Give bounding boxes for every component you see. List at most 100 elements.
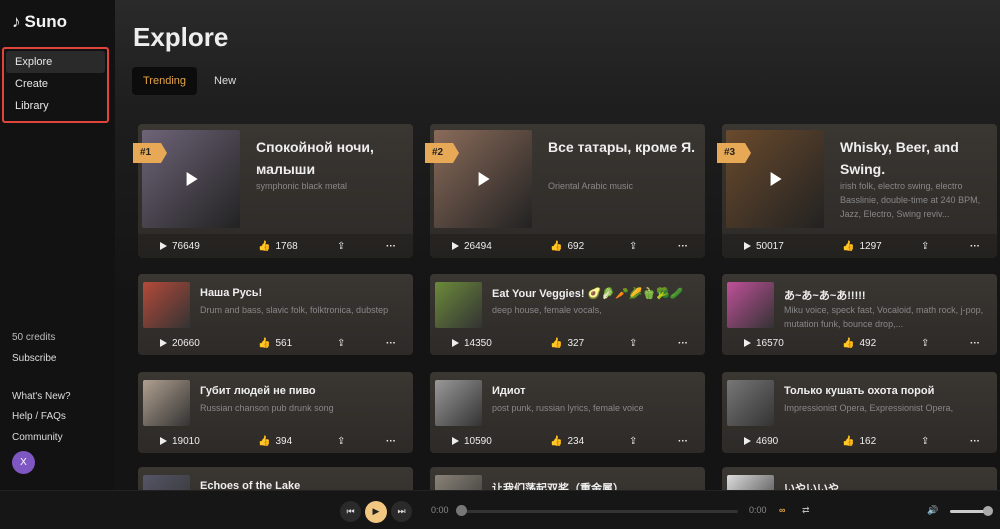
card-stats: 16570 👍 492 ⇪ ··· xyxy=(722,335,997,351)
progress-track[interactable] xyxy=(462,510,738,513)
cover-art[interactable] xyxy=(143,282,190,328)
song-title[interactable]: Наша Русь! xyxy=(200,287,405,299)
like-count[interactable]: 👍 394 xyxy=(258,436,292,447)
song-tags: symphonic black metal xyxy=(256,181,348,191)
rank-badge: #3 xyxy=(717,143,751,163)
like-count[interactable]: 👍 561 xyxy=(258,338,292,349)
play-count[interactable]: 10590 xyxy=(452,436,492,447)
song-card[interactable]: Губит людей не пиво Russian chanson pub … xyxy=(138,372,413,453)
play-count[interactable]: 16570 xyxy=(744,338,784,349)
share-button[interactable]: ⇪ xyxy=(337,338,345,349)
cover-art[interactable] xyxy=(143,475,190,490)
cover-art[interactable] xyxy=(435,475,482,490)
featured-song-card[interactable]: #2 Все татары, кроме Я. Oriental Arabic … xyxy=(425,124,705,258)
song-card[interactable]: Только кушать охота порой Impressionist … xyxy=(722,372,997,453)
play-count[interactable]: 14350 xyxy=(452,338,492,349)
more-options-button[interactable]: ··· xyxy=(678,338,688,349)
tab-trending[interactable]: Trending xyxy=(132,67,198,95)
subscribe-link[interactable]: Subscribe xyxy=(12,353,56,364)
more-options-button[interactable]: ··· xyxy=(386,436,396,447)
more-options-button[interactable]: ··· xyxy=(970,241,980,252)
more-options-button[interactable]: ··· xyxy=(970,436,980,447)
play-count[interactable]: 50017 xyxy=(744,241,784,252)
song-title[interactable]: あ~あ~あ~あ!!!!! xyxy=(784,287,989,303)
cover-art[interactable] xyxy=(727,475,774,490)
share-button[interactable]: ⇪ xyxy=(629,338,637,349)
play-overlay-icon[interactable] xyxy=(478,172,490,186)
more-options-button[interactable]: ··· xyxy=(386,241,396,252)
play-count[interactable]: 20660 xyxy=(160,338,200,349)
like-count[interactable]: 👍 327 xyxy=(550,338,584,349)
volume-handle[interactable] xyxy=(983,506,993,516)
song-title[interactable]: Идиот xyxy=(492,385,697,397)
rank-badge: #1 xyxy=(133,143,167,163)
song-card[interactable]: Echoes of the Lake xyxy=(138,467,413,490)
more-options-button[interactable]: ··· xyxy=(970,338,980,349)
like-count[interactable]: 👍 1768 xyxy=(258,241,298,252)
play-icon xyxy=(744,242,751,250)
avatar[interactable]: X xyxy=(12,451,35,474)
cover-art[interactable] xyxy=(435,282,482,328)
nav-create[interactable]: Create xyxy=(6,73,105,95)
song-title[interactable]: Whisky, Beer, and Swing. xyxy=(840,136,990,180)
cover-art[interactable] xyxy=(727,282,774,328)
song-card[interactable]: Наша Русь! Drum and bass, slavic folk, f… xyxy=(138,274,413,355)
share-button[interactable]: ⇪ xyxy=(921,436,929,447)
like-count[interactable]: 👍 492 xyxy=(842,338,876,349)
share-button[interactable]: ⇪ xyxy=(921,241,929,252)
like-count[interactable]: 👍 234 xyxy=(550,436,584,447)
song-card[interactable]: いやいいや xyxy=(722,467,997,490)
progress-handle[interactable] xyxy=(456,505,467,516)
song-card[interactable]: Eat Your Veggies! 🥑🥬🥕🌽🫑🥦🥒 deep house, fe… xyxy=(430,274,705,355)
more-options-button[interactable]: ··· xyxy=(678,436,688,447)
song-card[interactable]: 让我们荡起双桨（重金属） xyxy=(430,467,705,490)
suno-logo[interactable]: ♪ Suno xyxy=(12,12,67,32)
song-title[interactable]: Все татары, кроме Я. xyxy=(548,136,698,158)
play-count[interactable]: 19010 xyxy=(160,436,200,447)
featured-song-card[interactable]: #3 Whisky, Beer, and Swing. irish folk, … xyxy=(717,124,997,258)
more-options-button[interactable]: ··· xyxy=(386,338,396,349)
play-count[interactable]: 76649 xyxy=(160,241,200,252)
tab-new[interactable]: New xyxy=(203,67,247,95)
song-title[interactable]: Губит людей не пиво xyxy=(200,385,405,397)
nav-explore[interactable]: Explore xyxy=(6,51,105,73)
share-button[interactable]: ⇪ xyxy=(337,241,345,252)
song-title[interactable]: Только кушать охота порой xyxy=(784,385,989,397)
community-link[interactable]: Community xyxy=(12,432,63,443)
play-count[interactable]: 26494 xyxy=(452,241,492,252)
more-options-button[interactable]: ··· xyxy=(678,241,688,252)
nav-library[interactable]: Library xyxy=(6,95,105,117)
cover-art[interactable] xyxy=(435,380,482,426)
cover-art[interactable] xyxy=(727,380,774,426)
song-card[interactable]: あ~あ~あ~あ!!!!! Miku voice, speck fast, Voc… xyxy=(722,274,997,355)
whats-new-link[interactable]: What's New? xyxy=(12,391,71,402)
infinite-loop-icon[interactable]: ∞ xyxy=(779,505,785,515)
like-count[interactable]: 👍 692 xyxy=(550,241,584,252)
play-overlay-icon[interactable] xyxy=(186,172,198,186)
song-title[interactable]: Eat Your Veggies! 🥑🥬🥕🌽🫑🥦🥒 xyxy=(492,287,697,300)
next-button[interactable]: ⏭ xyxy=(391,501,412,522)
play-icon xyxy=(744,437,751,445)
play-count[interactable]: 4690 xyxy=(744,436,778,447)
play-button[interactable]: ▶ xyxy=(365,501,387,523)
volume-icon[interactable]: 🔊 xyxy=(927,505,938,516)
share-button[interactable]: ⇪ xyxy=(921,338,929,349)
song-card[interactable]: Идиот post punk, russian lyrics, female … xyxy=(430,372,705,453)
song-title[interactable]: 让我们荡起双桨（重金属） xyxy=(492,480,697,490)
song-title[interactable]: いやいいや xyxy=(784,480,989,490)
featured-song-card[interactable]: #1 Спокойной ночи, малыши symphonic blac… xyxy=(133,124,413,258)
song-title[interactable]: Echoes of the Lake xyxy=(200,480,405,490)
song-title[interactable]: Спокойной ночи, малыши xyxy=(256,136,406,180)
like-count[interactable]: 👍 1297 xyxy=(842,241,882,252)
sidebar: ♪ Suno Explore Create Library 50 credits … xyxy=(0,0,115,490)
play-overlay-icon[interactable] xyxy=(770,172,782,186)
cover-art[interactable] xyxy=(143,380,190,426)
share-button[interactable]: ⇪ xyxy=(629,436,637,447)
help-link[interactable]: Help / FAQs xyxy=(12,411,66,422)
share-button[interactable]: ⇪ xyxy=(337,436,345,447)
previous-button[interactable]: ⏮ xyxy=(340,501,361,522)
repeat-icon[interactable]: ⇄ xyxy=(802,505,810,516)
like-count[interactable]: 👍 162 xyxy=(842,436,876,447)
share-button[interactable]: ⇪ xyxy=(629,241,637,252)
main-nav: Explore Create Library xyxy=(2,47,109,123)
